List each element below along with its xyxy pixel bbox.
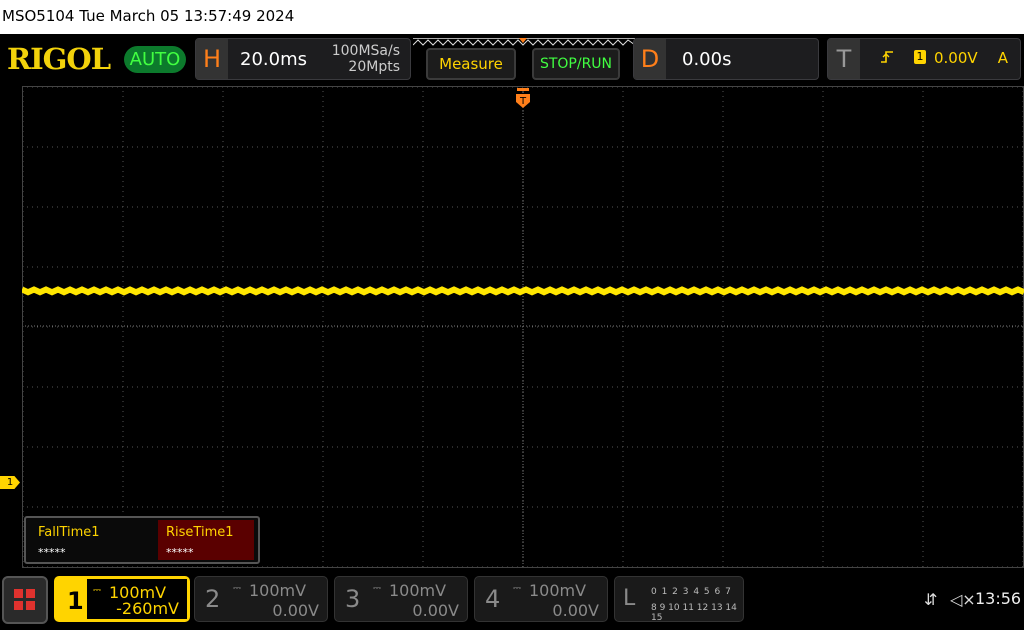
measure-button[interactable]: Measure — [426, 48, 516, 80]
measure-item[interactable]: FallTime1 ***** — [30, 520, 158, 560]
channel-scale: 100mV — [249, 581, 307, 600]
logic-channels-row2: 8 9 10 11 12 13 14 15 — [651, 603, 737, 623]
trigger-letter: T — [828, 39, 860, 79]
timebase-value: 20.0ms — [240, 49, 307, 70]
sample-rate: 100MSa/s — [331, 43, 400, 59]
measure-label: RiseTime1 — [166, 525, 234, 540]
measure-label: FallTime1 — [38, 525, 100, 540]
delay-letter: D — [634, 39, 666, 79]
channel-offset: 0.00V — [552, 601, 599, 620]
trigger-panel[interactable]: T 1 0.00V A — [827, 38, 1021, 80]
channel-number: 4 — [485, 585, 501, 613]
dc-coupling-icon: ⎓ — [233, 583, 241, 594]
rigol-logo: RIGOL — [7, 42, 111, 76]
ch1-offset-marker[interactable]: 1 — [0, 476, 20, 489]
horizontal-letter: H — [196, 39, 228, 79]
dc-coupling-icon: ⎓ — [513, 583, 521, 594]
channel-number: 1 — [67, 587, 84, 615]
channel-offset: -260mV — [116, 599, 179, 618]
ch1-waveform — [22, 286, 1024, 296]
dc-coupling-icon: ⎓ — [93, 585, 101, 596]
dc-coupling-icon: ⎓ — [373, 583, 381, 594]
channel-offset: 0.00V — [272, 601, 319, 620]
trigger-position-marker: T — [516, 88, 530, 108]
channel-scale: 100mV — [389, 581, 447, 600]
channel-scale: 100mV — [529, 581, 587, 600]
channel-offset: 0.00V — [412, 601, 459, 620]
svg-text:T: T — [519, 96, 527, 107]
channel-number: 3 — [345, 585, 361, 613]
auto-button[interactable]: AUTO — [124, 46, 186, 73]
channel-number: 2 — [205, 585, 221, 613]
title-bar: MSO5104 Tue March 05 13:57:49 2024 — [0, 0, 1024, 34]
rising-edge-icon — [881, 51, 893, 63]
waveform-display[interactable] — [22, 86, 1024, 568]
channel-2-button[interactable]: 2 ⎓ 100mV 0.00V — [194, 576, 328, 622]
measure-item[interactable]: RiseTime1 ***** — [158, 520, 254, 560]
title-text: MSO5104 Tue March 05 13:57:49 2024 — [2, 7, 295, 25]
measure-value: ***** — [166, 546, 194, 559]
grid — [22, 86, 1024, 568]
channel-1-readout: ⎓ 100mV -260mV — [87, 579, 187, 619]
home-button[interactable] — [2, 576, 48, 624]
stop-run-button[interactable]: STOP/RUN — [532, 48, 620, 80]
trigger-level: 0.00V — [934, 49, 978, 67]
bottom-bar: 1 ⎓ 100mV -260mV 2 ⎓ 100mV 0.00V 3 ⎓ 100… — [0, 570, 1024, 630]
delay-panel[interactable]: D 0.00s — [633, 38, 819, 80]
memory-depth: 20Mpts — [348, 59, 400, 75]
measure-value: ***** — [38, 546, 66, 559]
delay-value: 0.00s — [682, 49, 732, 70]
channel-4-button[interactable]: 4 ⎓ 100mV 0.00V — [474, 576, 608, 622]
logic-channels-row1: 0 1 2 3 4 5 6 7 — [651, 587, 732, 597]
measurement-panel[interactable]: FallTime1 ***** RiseTime1 ***** — [24, 516, 260, 564]
channel-3-button[interactable]: 3 ⎓ 100mV 0.00V — [334, 576, 468, 622]
home-icon — [14, 589, 35, 610]
memory-timeline — [413, 38, 635, 46]
logic-analyzer-button[interactable]: L 0 1 2 3 4 5 6 7 8 9 10 11 12 13 14 15 — [614, 576, 744, 623]
usb-icon: ⇵ — [924, 590, 938, 609]
horizontal-panel[interactable]: H 20.0ms 100MSa/s 20Mpts — [195, 38, 411, 80]
trigger-source: 1 — [914, 50, 926, 64]
top-toolbar: RIGOL AUTO H 20.0ms 100MSa/s 20Mpts Meas… — [0, 34, 1024, 84]
logic-letter: L — [623, 586, 636, 611]
sample-info: 100MSa/s 20Mpts — [332, 43, 400, 75]
system-clock: 13:56 — [975, 589, 1022, 608]
trigger-mode: A — [997, 49, 1008, 67]
channel-1-button[interactable]: 1 ⎓ 100mV -260mV — [54, 576, 190, 622]
speaker-muted-icon[interactable]: ◁× — [950, 590, 976, 609]
